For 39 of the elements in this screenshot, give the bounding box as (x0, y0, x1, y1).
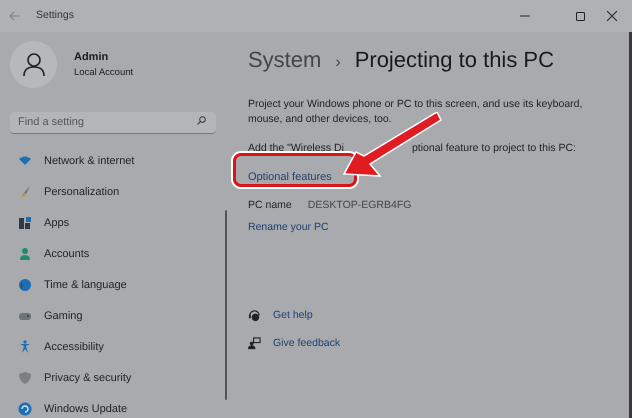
rename-link[interactable]: Rename your PC (248, 220, 329, 236)
page-title: Projecting to this PC (354, 46, 554, 74)
person-icon (22, 52, 44, 76)
pc-name-value: DESKTOP-EGRB4FG (308, 198, 412, 214)
help-icon (248, 309, 261, 322)
account-type: Local Account (74, 66, 134, 80)
breadcrumb-separator: › (335, 53, 341, 73)
person-icon (18, 247, 32, 261)
sidebar-item[interactable]: Personalization (0, 176, 232, 208)
optional-features-link[interactable]: Optional features (248, 168, 332, 186)
breadcrumb-parent[interactable]: System (248, 43, 322, 76)
feedback-icon (248, 336, 261, 350)
help-link[interactable]: Give feedback (273, 336, 340, 352)
sidebar-item[interactable]: Accounts (0, 238, 232, 270)
maximize-icon[interactable] (576, 12, 585, 20)
wifi-icon (18, 154, 32, 168)
close-icon[interactable] (607, 11, 617, 21)
sidebar-item[interactable]: Network & internet (0, 146, 232, 176)
update-icon (18, 402, 32, 416)
sidebar-item[interactable]: Accessibility (0, 332, 232, 362)
shield-icon (18, 371, 32, 385)
search-icon (197, 116, 206, 125)
search-field[interactable]: Find a setting (10, 112, 216, 134)
accessibility-icon (18, 340, 32, 354)
feature-text: Add the "Wireless Di (248, 141, 344, 156)
sidebar-item[interactable]: Gaming (0, 300, 232, 332)
window-title: Settings (36, 8, 74, 24)
sidebar-item[interactable]: Apps (0, 208, 232, 238)
help-link[interactable]: Get help (273, 308, 313, 324)
pc-name-label: PC name (248, 198, 292, 214)
feature-text: ptional feature to project to this PC: (412, 141, 576, 156)
sidebar-item[interactable]: Windows Update (0, 394, 232, 418)
brush-icon (18, 185, 32, 199)
sidebar-item[interactable]: Time & language (0, 270, 232, 300)
account-name: Admin (74, 50, 110, 65)
sidebar-item[interactable]: Privacy & security (0, 362, 232, 394)
description: Project your Windows phone or PC to this screen, and use its keyboard, mouse, and other devices, too. (248, 97, 584, 127)
globe-icon (18, 278, 32, 292)
apps-icon (18, 216, 32, 230)
